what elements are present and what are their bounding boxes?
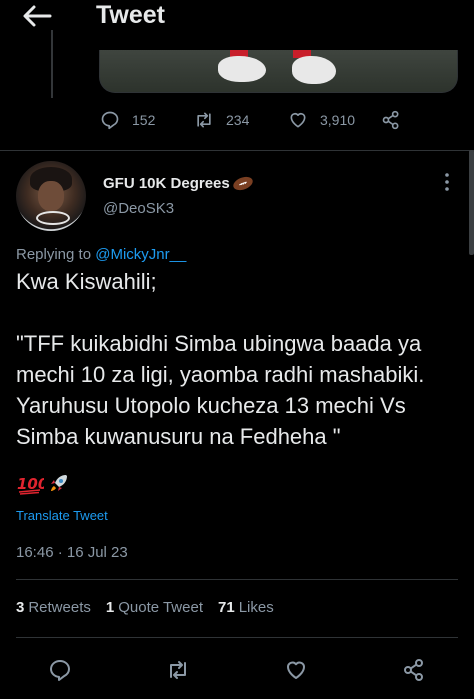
divider: [16, 637, 458, 638]
back-button[interactable]: [20, 3, 54, 29]
retweet-icon: [197, 112, 211, 128]
replying-prefix: Replying to: [16, 246, 96, 263]
thread-connector-line: [51, 30, 53, 98]
share-icon: [382, 110, 399, 130]
tweet-timestamp[interactable]: 16:46 · 16 Jul 23: [16, 544, 128, 561]
replying-to-link[interactable]: @MickyJnr__: [95, 246, 186, 263]
divider: [0, 150, 474, 151]
quote-tweets-stat[interactable]: 1 Quote Tweet: [106, 599, 203, 616]
share-button[interactable]: [396, 652, 432, 688]
parent-retweet-button[interactable]: 234: [194, 108, 249, 132]
more-options-button[interactable]: [437, 170, 457, 194]
heart-icon: [290, 112, 306, 128]
reply-icon: [101, 111, 119, 130]
likes-count: 71: [218, 599, 235, 616]
divider: [16, 579, 458, 580]
reply-icon: [50, 660, 70, 681]
scrollbar[interactable]: [469, 150, 474, 255]
parent-retweet-count: 234: [226, 112, 250, 128]
author-name-text: GFU 10K Degrees: [103, 175, 230, 192]
avatar[interactable]: [16, 161, 86, 231]
media-shoe-left: [218, 56, 266, 82]
heart-icon: [287, 661, 305, 679]
more-vertical-icon: [445, 173, 449, 191]
likes-stat[interactable]: 71 Likes: [218, 599, 274, 616]
quotes-label: Quote Tweet: [118, 599, 203, 616]
page-title: Tweet: [96, 1, 165, 29]
like-button[interactable]: [278, 652, 314, 688]
avatar-chain: [36, 211, 70, 225]
share-icon: [404, 659, 423, 681]
retweet-button[interactable]: [160, 652, 196, 688]
rocket-emoji: [51, 475, 67, 491]
quotes-count: 1: [105, 599, 115, 616]
retweets-stat[interactable]: 3 Retweets: [16, 599, 91, 616]
media-shoe-right: [292, 56, 336, 84]
parent-tweet-actions: 152 234 3,910: [100, 108, 420, 132]
replying-to: Replying to @MickyJnr__: [16, 246, 186, 263]
football-emoji: [233, 176, 253, 191]
likes-label: Likes: [238, 599, 274, 616]
tweet-emojis: 100: [16, 472, 70, 496]
translate-tweet-link[interactable]: Translate Tweet: [16, 508, 108, 523]
tweet-actions: [0, 652, 474, 688]
author-handle[interactable]: @DeoSK3: [103, 200, 174, 217]
parent-reply-button[interactable]: 152: [100, 108, 155, 132]
hundred-points-emoji: 100: [17, 475, 44, 495]
tweet-text: Kwa Kiswahili; "TFF kuikabidhi Simba ubi…: [16, 269, 425, 449]
parent-like-count: 3,910: [320, 112, 356, 128]
retweets-count: 3: [16, 599, 25, 616]
parent-share-button[interactable]: [381, 108, 401, 132]
parent-reply-count: 152: [132, 112, 156, 128]
reply-button[interactable]: [42, 652, 78, 688]
author-name[interactable]: GFU 10K Degrees: [103, 175, 254, 192]
parent-like-button[interactable]: 3,910: [288, 108, 355, 132]
top-bar: Tweet: [0, 0, 474, 44]
retweet-icon: [170, 661, 186, 679]
arrow-left-icon: [23, 5, 52, 27]
tweet-stats: 3 Retweets 1 Quote Tweet 71 Likes: [16, 599, 289, 616]
avatar-face: [38, 181, 64, 211]
parent-tweet-media[interactable]: [99, 50, 458, 93]
retweets-label: Retweets: [28, 599, 91, 616]
